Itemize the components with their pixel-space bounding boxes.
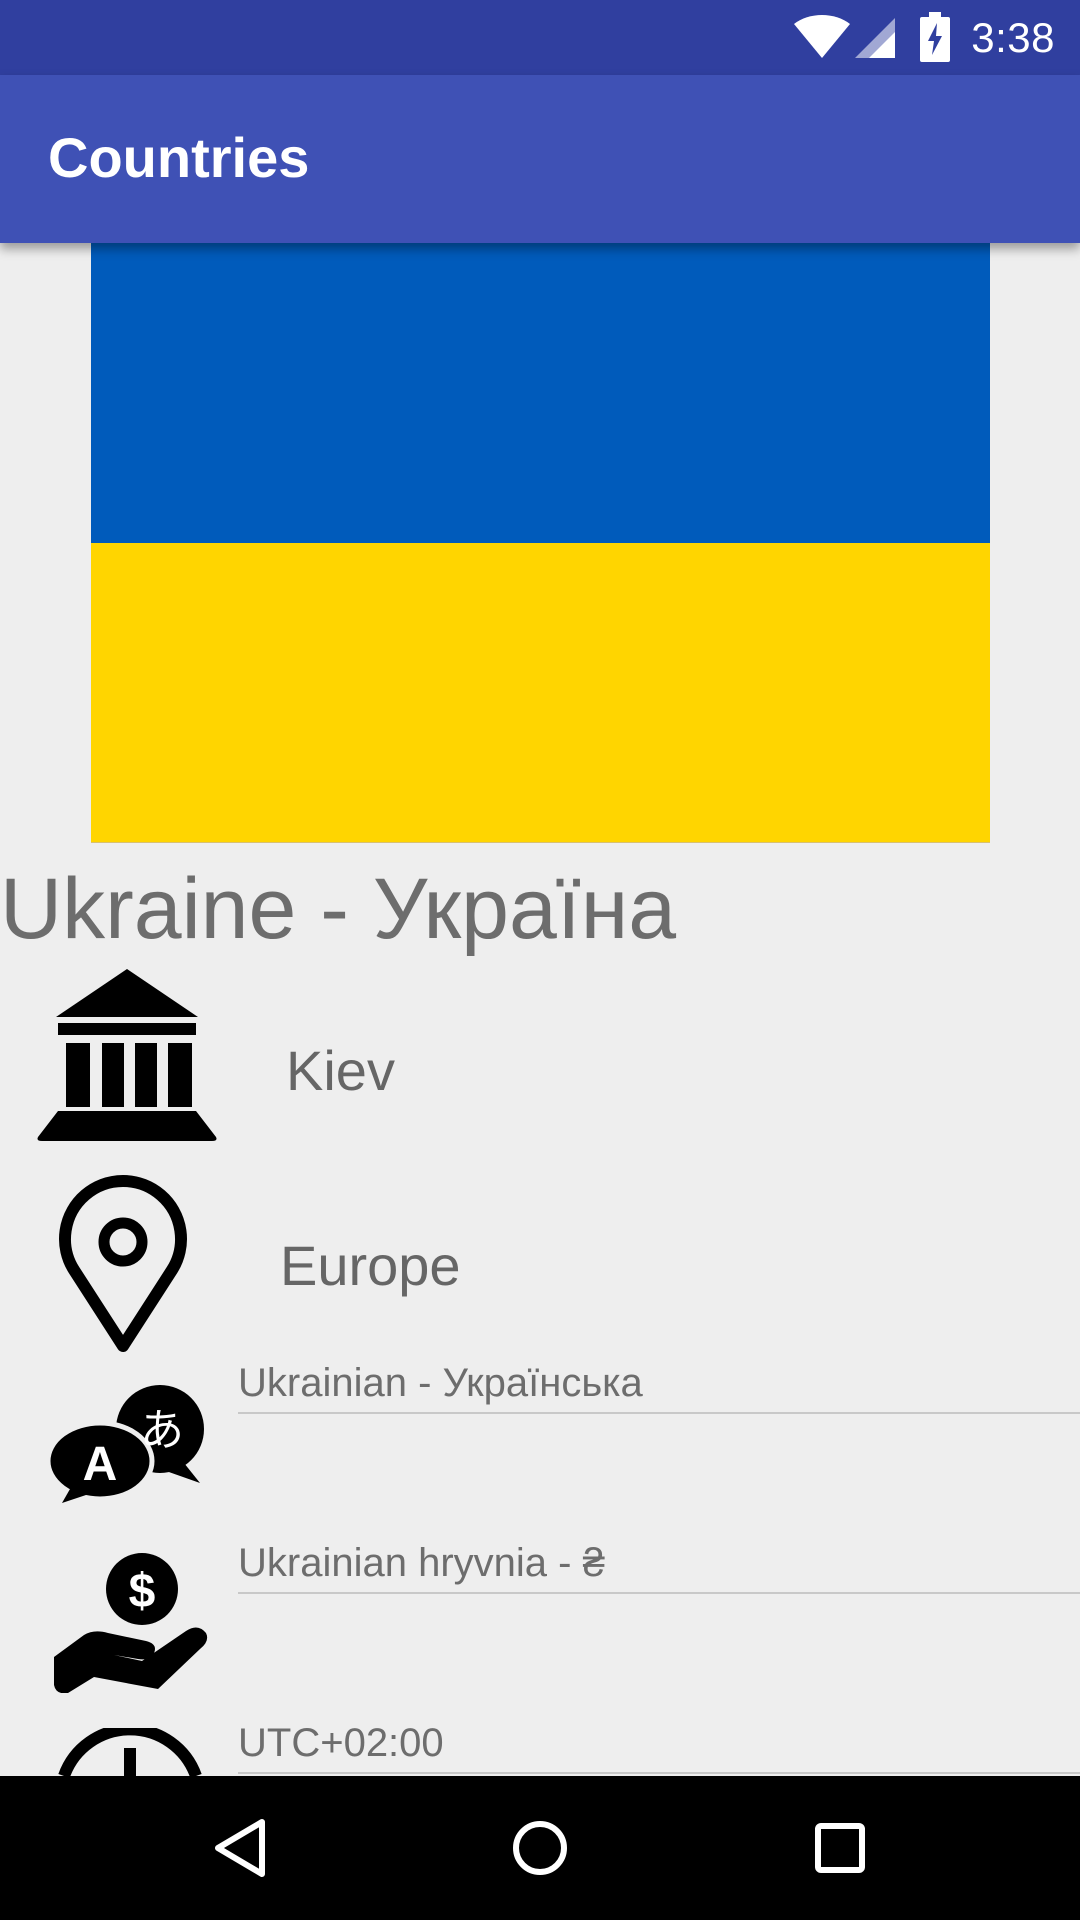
language-translate-icon: A あ — [45, 1385, 210, 1510]
signal-icon — [853, 14, 897, 65]
flag-bottom-stripe — [91, 543, 990, 843]
screen: 3:38 Countries Ukraine - Україна Kiev Eu… — [0, 0, 1080, 1920]
home-icon — [513, 1821, 567, 1875]
capital-building-icon — [36, 967, 218, 1146]
capital-text: Kiev — [286, 1039, 395, 1102]
app-title: Countries — [48, 126, 310, 189]
region-text: Europe — [280, 1234, 461, 1297]
country-flag — [91, 243, 990, 843]
svg-text:$: $ — [129, 1565, 156, 1618]
status-bar: 3:38 — [0, 0, 1080, 75]
svg-text:あ: あ — [140, 1405, 184, 1456]
battery-charging-icon — [920, 12, 950, 67]
back-icon — [215, 1819, 265, 1877]
recents-button[interactable] — [760, 1776, 920, 1920]
home-button[interactable] — [460, 1776, 620, 1920]
svg-text:A: A — [83, 1438, 118, 1491]
timezone-field[interactable]: UTC+02:00 — [238, 1721, 1080, 1774]
language-field[interactable]: Ukrainian - Українська — [238, 1361, 1080, 1414]
status-time: 3:38 — [971, 14, 1055, 61]
recents-icon — [815, 1823, 865, 1873]
clock-icon — [56, 1723, 204, 1781]
country-name: Ukraine - Україна — [0, 861, 677, 957]
back-button[interactable] — [160, 1776, 320, 1920]
hand-money-icon: $ — [50, 1553, 210, 1698]
currency-field[interactable]: Ukrainian hryvnia - ₴ — [238, 1541, 1080, 1594]
wifi-icon — [793, 14, 851, 65]
location-pin-icon — [58, 1172, 188, 1359]
navigation-bar — [0, 1776, 1080, 1920]
app-bar: Countries — [0, 75, 1080, 243]
flag-top-stripe — [91, 243, 990, 543]
